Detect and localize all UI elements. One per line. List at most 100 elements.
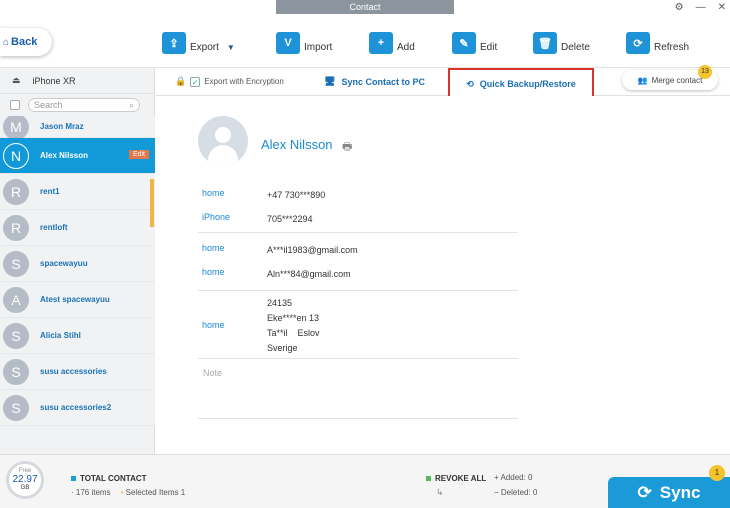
address-label: home: [202, 320, 225, 330]
revoke-all-button[interactable]: REVOKE ALL: [426, 474, 486, 483]
list-item[interactable]: R rent1: [0, 174, 155, 210]
note-field[interactable]: Note: [203, 368, 222, 378]
refresh-button[interactable]: ⟳ Refresh: [626, 32, 689, 54]
encryption-checkbox[interactable]: ✓: [190, 76, 201, 87]
contact-name: Jason Mraz: [40, 122, 84, 131]
phone-value: +47 730***890: [267, 190, 326, 200]
quick-backup-label: Quick Backup/Restore: [479, 79, 576, 89]
encryption-option[interactable]: 🔒 ✓ Export with Encryption: [175, 76, 284, 87]
trash-icon: 🗑: [533, 32, 557, 54]
selected-count: • Selected Items 1: [120, 488, 186, 497]
list-scrollbar[interactable]: [150, 179, 154, 227]
divider: [198, 290, 518, 291]
export-icon: ⇪: [162, 32, 186, 54]
items-count-text: 176 items: [75, 488, 111, 497]
refresh-label: Refresh: [654, 42, 690, 53]
contact-name: rentloft: [40, 223, 68, 232]
added-count: + Added: 0: [494, 473, 533, 482]
import-button[interactable]: V Import: [276, 32, 332, 54]
contact-name: susu accessories: [40, 367, 107, 376]
phone-label: iPhone: [202, 212, 231, 222]
list-item[interactable]: S susu accessories: [0, 354, 155, 390]
contact-sidebar: ⏏ iPhone XR Search ⌕ M Jason Mraz N Alex…: [0, 68, 155, 454]
email-value: Aln***84@gmail.com: [267, 269, 351, 279]
email-label: home: [202, 243, 225, 253]
divider: [198, 418, 518, 419]
select-all-checkbox[interactable]: [10, 100, 20, 110]
revoke-arrow-icon: ↳: [436, 487, 444, 497]
contact-name: susu accessories2: [40, 403, 112, 412]
edit-label: Edit: [480, 42, 498, 53]
sync-pc-label: Sync Contact to PC: [341, 76, 425, 87]
divider: [198, 358, 518, 359]
list-item[interactable]: S Alicia Stihl: [0, 318, 155, 354]
eject-icon[interactable]: ⏏: [12, 75, 21, 86]
address-line: Sverige: [267, 343, 298, 353]
home-icon: ⌂: [3, 36, 10, 48]
revoke-label: REVOKE ALL: [435, 474, 487, 483]
delete-label: Delete: [561, 42, 590, 53]
avatar: S: [3, 250, 29, 277]
export-button[interactable]: ⇪ Export ▼: [162, 32, 235, 54]
avatar: N: [3, 142, 29, 169]
lock-icon: 🔒: [175, 76, 187, 86]
edit-button[interactable]: ✎ Edit: [452, 32, 497, 54]
sync-icon: ⟳: [637, 483, 652, 502]
address-line: Ta**il Eslov: [267, 328, 320, 338]
list-item[interactable]: S susu accessories2: [0, 390, 155, 426]
deleted-text: Deleted: 0: [500, 488, 538, 497]
sync-label: Sync: [659, 483, 701, 502]
contact-name: Alex Nilsson: [40, 151, 89, 160]
sync-badge: 1: [709, 465, 725, 481]
contact-full-name: Alex Nilsson: [261, 137, 333, 152]
phone-label: home: [202, 188, 225, 198]
total-contact: TOTAL CONTACT: [71, 474, 147, 483]
avatar: S: [3, 394, 29, 421]
deleted-count: − Deleted: 0: [494, 488, 538, 497]
back-button[interactable]: ⌂ Back: [0, 28, 52, 56]
address-value: 24135 Eke****en 13 Ta**il Eslov Sverige: [267, 296, 467, 356]
import-label: Import: [304, 42, 333, 53]
merge-label: Merge contact: [651, 75, 703, 85]
list-item[interactable]: M Jason Mraz: [0, 116, 155, 140]
window-controls: ⚙ — ✕: [675, 0, 726, 14]
window-title: Contact: [276, 0, 454, 14]
added-text: Added: 0: [500, 473, 533, 482]
contact-name: rent1: [40, 187, 60, 196]
import-icon: V: [276, 32, 300, 54]
list-item[interactable]: A Atest spacewayuu: [0, 282, 155, 318]
address-line: 24135: [267, 298, 293, 308]
add-button[interactable]: + Add: [369, 32, 415, 54]
contact-name: Alicia Stihl: [40, 331, 81, 340]
address-line: Eke****en 13: [267, 313, 320, 323]
storage-value: 22.97: [12, 474, 38, 485]
close-icon[interactable]: ✕: [718, 2, 726, 13]
email-value: A***il1983@gmail.com: [267, 245, 358, 255]
sync-to-pc-button[interactable]: 🖥 Sync Contact to PC: [324, 76, 425, 87]
avatar: S: [3, 322, 29, 349]
contact-list: M Jason Mraz N Alex Nilsson Edit R rent1…: [0, 116, 155, 454]
list-item[interactable]: N Alex Nilsson Edit: [0, 138, 155, 174]
device-header: ⏏ iPhone XR: [0, 68, 154, 94]
total-marker: [71, 476, 76, 481]
revoke-marker: [426, 476, 431, 481]
avatar: A: [3, 286, 29, 313]
contact-detail: Alex Nilsson 🖶 home +47 730***890 iPhone…: [156, 96, 730, 454]
delete-button[interactable]: 🗑 Delete: [533, 32, 590, 54]
search-icon: ⌕: [128, 99, 134, 110]
gear-icon[interactable]: ⚙: [675, 2, 684, 13]
minimize-icon[interactable]: —: [696, 2, 706, 13]
selected-count-text: Selected Items 1: [125, 488, 186, 497]
list-item[interactable]: R rentloft: [0, 210, 155, 246]
list-item[interactable]: S spacewayuu: [0, 246, 155, 282]
avatar: R: [3, 214, 29, 241]
printer-icon[interactable]: 🖶: [342, 138, 352, 157]
refresh-icon: ⟳: [626, 32, 650, 54]
chevron-down-icon[interactable]: ▼: [227, 43, 235, 52]
sync-button[interactable]: ⟳ Sync: [608, 477, 730, 508]
encryption-label: Export with Encryption: [204, 77, 284, 86]
device-name: iPhone XR: [32, 75, 76, 86]
search-input[interactable]: Search ⌕: [28, 98, 140, 112]
edit-badge[interactable]: Edit: [128, 150, 149, 159]
users-icon: 👥: [637, 75, 648, 85]
